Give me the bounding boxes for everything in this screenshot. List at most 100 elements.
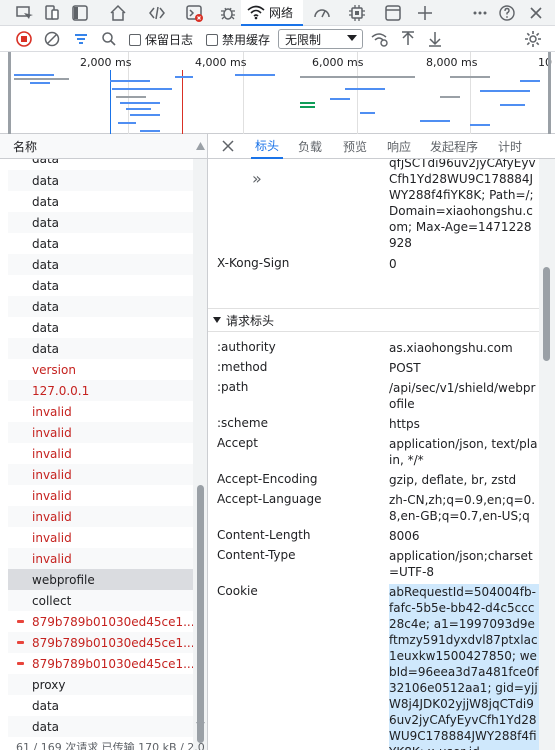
overview-request-bar [300, 76, 415, 78]
list-item[interactable]: data [8, 716, 193, 737]
request-list-scrollbar[interactable] [193, 159, 207, 750]
list-item[interactable]: invalid [8, 527, 193, 548]
request-name: data [32, 173, 60, 188]
overview-request-bar [110, 80, 150, 82]
tab-preview[interactable]: 预览 [343, 134, 367, 159]
header-name: :path [217, 380, 249, 394]
list-item[interactable]: invalid [8, 548, 193, 569]
disable-cache-box[interactable] [206, 33, 218, 46]
console-icon[interactable] [180, 0, 208, 25]
overview-request-bar [450, 76, 490, 78]
record-stop-button[interactable] [14, 29, 34, 49]
list-item[interactable]: webprofile [8, 569, 193, 590]
error-icon [17, 620, 24, 623]
overview-request-bar [235, 74, 275, 76]
application-icon[interactable] [379, 0, 407, 25]
gear-icon [525, 31, 541, 47]
close-details-icon[interactable] [221, 139, 235, 153]
list-item[interactable]: invalid [8, 485, 193, 506]
tab-response[interactable]: 响应 [387, 134, 411, 159]
disable-cache-checkbox[interactable]: 禁用缓存 [206, 31, 270, 48]
header-name: :authority [217, 340, 276, 354]
header-value: gzip, deflate, br, zstd [389, 473, 517, 487]
home-icon[interactable] [104, 0, 132, 25]
list-item[interactable]: invalid [8, 464, 193, 485]
list-item[interactable]: invalid [8, 422, 193, 443]
list-item[interactable]: 879b789b01030ed45ce1... [8, 611, 193, 632]
more-icon[interactable] [466, 0, 494, 25]
overview-left-handle[interactable] [8, 52, 11, 134]
overview-request-bar [500, 104, 525, 106]
throttling-select[interactable]: 无限制 [278, 29, 363, 49]
list-item[interactable]: proxy [8, 674, 193, 695]
list-item[interactable]: data [8, 233, 193, 254]
bug-icon[interactable] [214, 0, 242, 25]
header-name: :method [217, 360, 268, 374]
overview-request-bar [330, 98, 350, 100]
list-item[interactable]: data [8, 254, 193, 275]
dock-icon[interactable] [66, 0, 94, 25]
list-item[interactable]: data [8, 212, 193, 233]
expand-tabs-icon[interactable]: » [252, 169, 262, 188]
header-name: :scheme [217, 416, 268, 430]
network-conditions-button[interactable] [369, 29, 391, 49]
performance-icon[interactable] [308, 0, 336, 25]
network-settings-button[interactable] [522, 29, 544, 49]
list-item[interactable]: data [8, 695, 193, 716]
scrollbar-thumb[interactable] [543, 267, 550, 361]
list-item[interactable]: data [8, 159, 193, 170]
list-item[interactable]: data [8, 275, 193, 296]
list-item[interactable]: data [8, 338, 193, 359]
list-item[interactable]: 127.0.0.1 [8, 380, 193, 401]
tab-headers[interactable]: 标头 [251, 134, 284, 159]
list-item[interactable]: data [8, 317, 193, 338]
network-overview[interactable]: 2,000 ms 4,000 ms 6,000 ms 8,000 ms 10 [0, 52, 555, 134]
import-har-button[interactable] [398, 29, 418, 49]
list-item[interactable]: version [8, 359, 193, 380]
request-name: data [32, 341, 60, 356]
request-name: data [32, 194, 60, 209]
list-item[interactable]: data [8, 296, 193, 317]
list-item[interactable]: data [8, 170, 193, 191]
upload-icon [402, 31, 414, 45]
tab-network[interactable]: 网络 [241, 0, 303, 26]
cpu-icon[interactable] [343, 0, 371, 25]
search-button[interactable] [99, 29, 119, 49]
request-name: data [32, 719, 60, 734]
request-name: invalid [32, 488, 72, 503]
sources-icon[interactable] [143, 0, 171, 25]
overview-right-handle[interactable] [548, 52, 551, 134]
list-item[interactable]: collect [8, 590, 193, 611]
tab-payload[interactable]: 负载 [298, 134, 322, 159]
list-item[interactable]: invalid [8, 506, 193, 527]
request-headers-section[interactable]: 请求标头 [208, 308, 539, 332]
export-har-button[interactable] [425, 29, 445, 49]
list-item[interactable]: data [8, 191, 193, 212]
scrollbar-thumb[interactable] [197, 485, 204, 743]
close-icon[interactable] [522, 0, 550, 25]
help-icon[interactable] [493, 0, 521, 25]
scroll-down-icon[interactable] [196, 722, 205, 730]
header-name: Accept [217, 436, 258, 450]
inspect-icon[interactable] [38, 0, 66, 25]
overview-request-bar [175, 76, 193, 78]
preserve-log-box[interactable] [129, 33, 141, 46]
clear-button[interactable] [42, 29, 62, 49]
tab-initiator[interactable]: 发起程序 [430, 134, 478, 159]
details-scrollbar[interactable] [539, 159, 555, 750]
overview-request-bar [30, 82, 50, 84]
list-item[interactable]: 879b789b01030ed45ce1... [8, 653, 193, 674]
list-item[interactable]: invalid [8, 443, 193, 464]
tab-timing[interactable]: 计时 [498, 134, 522, 159]
scroll-up-icon[interactable] [196, 142, 205, 150]
list-item[interactable]: 879b789b01030ed45ce1... [8, 632, 193, 653]
add-icon[interactable] [411, 0, 439, 25]
request-name: data [32, 257, 60, 272]
list-item[interactable]: invalid [8, 401, 193, 422]
filter-button[interactable] [71, 29, 91, 49]
header-value: /api/sec/v1/shield/webprofile [389, 381, 536, 411]
preserve-log-checkbox[interactable]: 保留日志 [129, 31, 193, 48]
request-name: invalid [32, 530, 72, 545]
device-toolbar-icon[interactable] [10, 0, 38, 25]
column-header-name[interactable]: 名称 [0, 134, 207, 159]
